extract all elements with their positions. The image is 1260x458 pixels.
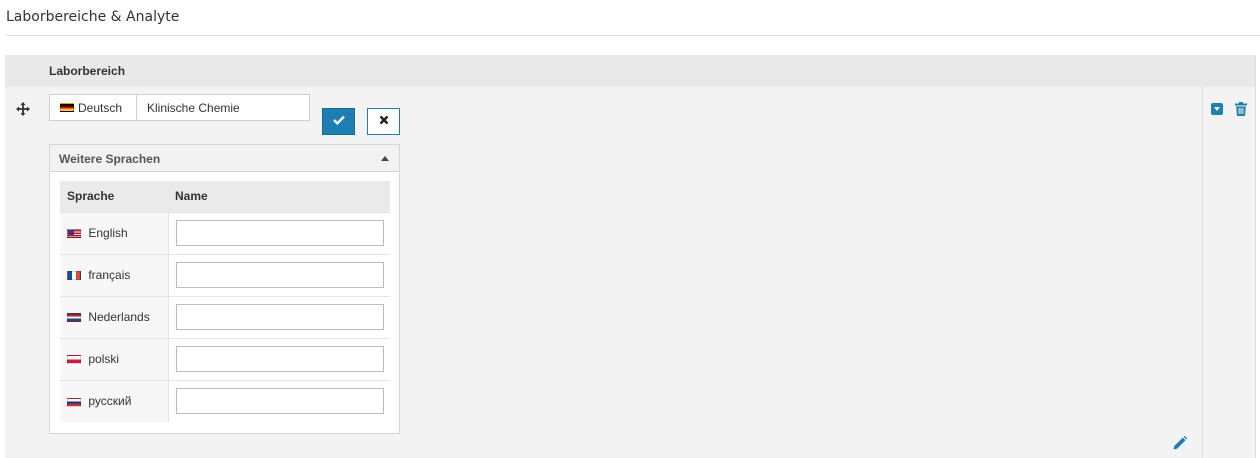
- table-row: English: [60, 211, 390, 254]
- language-cell: polski: [60, 337, 169, 380]
- name-input-russian[interactable]: [175, 388, 384, 415]
- caret-square-down-icon[interactable]: [1211, 103, 1223, 115]
- pencil-icon[interactable]: [1173, 435, 1188, 450]
- table-row: français: [60, 253, 390, 296]
- other-languages-panel: Weitere Sprachen Sprache Name English fr…: [49, 144, 400, 434]
- language-label: polski: [88, 352, 120, 366]
- confirm-button[interactable]: [322, 108, 355, 135]
- cancel-button[interactable]: [367, 108, 400, 135]
- other-languages-title: Weitere Sprachen: [59, 152, 161, 166]
- column-header-name: Name: [168, 181, 390, 212]
- language-cell: English: [60, 211, 169, 254]
- language-label: français: [88, 268, 131, 282]
- scrollbar[interactable]: [1255, 55, 1260, 458]
- move-arrows-icon[interactable]: [16, 101, 30, 116]
- name-cell: [168, 253, 390, 296]
- panel-header-label: Laborbereich: [49, 64, 126, 78]
- side-column-divider: [1202, 87, 1203, 458]
- name-input-french[interactable]: [175, 262, 384, 288]
- primary-name-input-group: Deutsch Klinische Chemie: [49, 94, 310, 121]
- flag-ru-icon: [67, 397, 81, 407]
- name-cell: [168, 295, 390, 338]
- caret-up-icon[interactable]: [381, 156, 389, 161]
- language-cell: русский: [60, 379, 169, 422]
- language-label: русский: [88, 394, 132, 409]
- language-cell: français: [60, 253, 169, 296]
- flag-pl-icon: [67, 355, 81, 365]
- primary-name-field[interactable]: Klinische Chemie: [137, 95, 309, 120]
- name-input-english[interactable]: [175, 220, 384, 246]
- flag-nl-icon: [67, 313, 81, 323]
- language-label: Nederlands: [88, 310, 150, 324]
- title-divider: [6, 35, 1260, 36]
- table-row: русский: [60, 379, 390, 422]
- table-row: polski: [60, 337, 390, 380]
- other-languages-table: Sprache Name English français Nederlands…: [60, 181, 390, 422]
- column-header-language: Sprache: [60, 181, 168, 212]
- laborbereich-panel: Laborbereich Deutsch Klinische Chemie We…: [5, 55, 1260, 458]
- panel-header: Laborbereich: [5, 55, 1255, 87]
- name-cell: [168, 337, 390, 380]
- language-label: English: [88, 226, 128, 240]
- trash-icon[interactable]: [1235, 101, 1247, 116]
- name-cell: [168, 379, 390, 422]
- name-cell: [168, 211, 390, 254]
- check-icon: [332, 114, 345, 129]
- table-row: Nederlands: [60, 295, 390, 338]
- language-addon: Deutsch: [50, 95, 137, 120]
- table-header-row: Sprache Name: [60, 181, 390, 212]
- language-cell: Nederlands: [60, 295, 169, 338]
- flag-de-icon: [60, 103, 74, 112]
- name-input-dutch[interactable]: [175, 304, 384, 330]
- page-title: Laborbereiche & Analyte: [6, 9, 180, 25]
- close-icon: [379, 114, 389, 129]
- language-addon-label: Deutsch: [78, 100, 123, 115]
- flag-us-icon: [67, 229, 81, 239]
- flag-fr-icon: [67, 271, 81, 281]
- name-input-polish[interactable]: [175, 346, 384, 372]
- other-languages-header[interactable]: Weitere Sprachen: [50, 145, 399, 172]
